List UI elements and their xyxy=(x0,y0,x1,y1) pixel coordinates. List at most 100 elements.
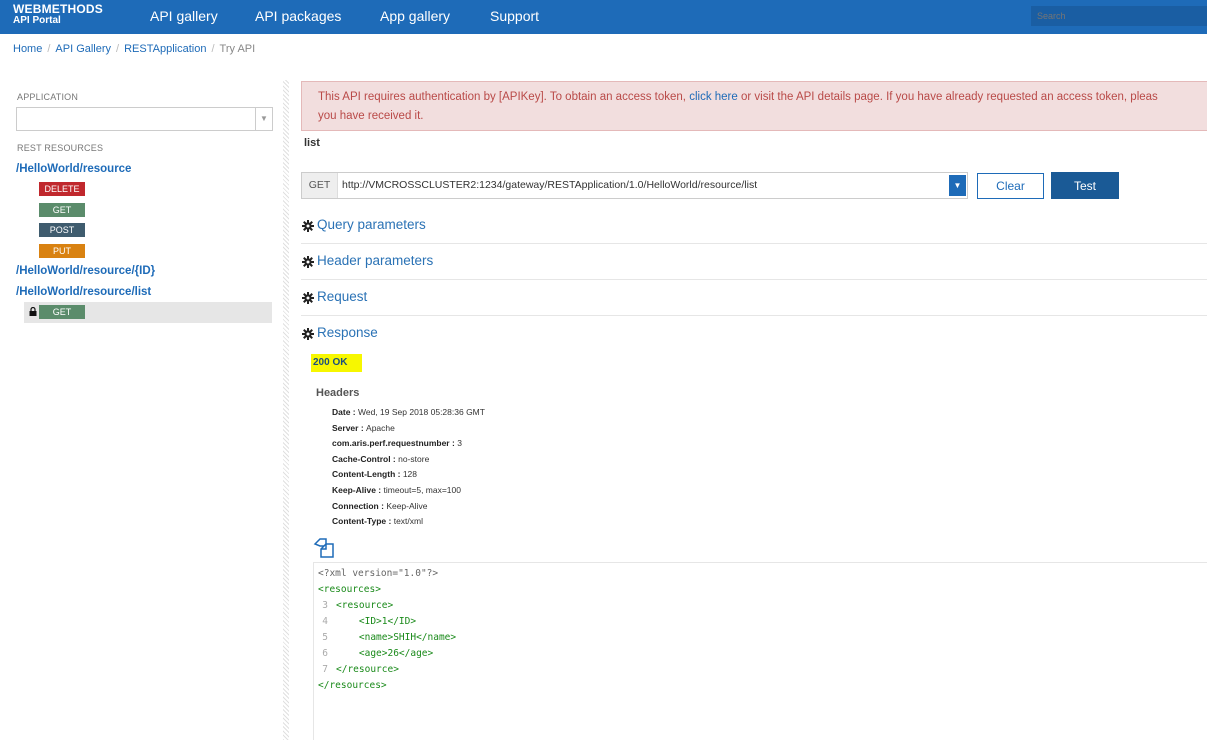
chevron-down-icon[interactable]: ▼ xyxy=(949,175,966,196)
gear-icon xyxy=(302,328,314,340)
header-row: com.aris.perf.requestnumber : 3 xyxy=(332,438,462,448)
code-text: <age>26</age> xyxy=(336,648,434,659)
response-body-viewer[interactable]: <?xml version="1.0"?> <resources> 3 <reso… xyxy=(313,562,1207,740)
resource-link-helloworld-resource[interactable]: /HelloWorld/resource xyxy=(16,163,131,175)
breadcrumb-separator: / xyxy=(211,43,215,55)
header-key: Cache-Control xyxy=(332,454,391,464)
code-text: <ID>1</ID> xyxy=(336,616,417,627)
header-key: Keep-Alive xyxy=(332,485,376,495)
headers-title: Headers xyxy=(316,387,360,399)
lock-icon xyxy=(29,307,37,316)
operation-title: list xyxy=(304,137,320,149)
method-get-button[interactable]: GET xyxy=(39,203,85,217)
panel-resize-handle[interactable] xyxy=(283,80,289,740)
breadcrumb-current: Try API xyxy=(219,43,256,55)
search-input[interactable] xyxy=(1031,6,1207,26)
header-value: Keep-Alive xyxy=(386,501,428,511)
header-row: Keep-Alive : timeout=5, max=100 xyxy=(332,485,461,495)
header-value: 128 xyxy=(402,469,418,479)
endpoint-url: http://VMCROSSCLUSTER2:1234/gateway/REST… xyxy=(342,179,758,191)
section-label: Header parameters xyxy=(317,253,434,268)
code-line: <resources> xyxy=(318,584,381,595)
section-header-parameters[interactable]: Header parameters xyxy=(301,244,1207,280)
resource-link-helloworld-resource-list[interactable]: /HelloWorld/resource/list xyxy=(16,286,151,298)
header-key: Content-Type xyxy=(332,516,387,526)
method-get-button-selected[interactable]: GET xyxy=(39,305,85,319)
gear-icon xyxy=(302,220,314,232)
response-status: 200 OK xyxy=(311,354,362,372)
code-line: 7 </resource> xyxy=(318,664,399,675)
section-response[interactable]: Response xyxy=(301,316,1207,352)
auth-alert: This API requires authentication by [API… xyxy=(301,81,1207,131)
method-delete-button[interactable]: DELETE xyxy=(39,182,85,196)
method-put-button[interactable]: PUT xyxy=(39,244,85,258)
method-post-button[interactable]: POST xyxy=(39,223,85,237)
section-label: Response xyxy=(317,325,378,340)
nav-api-packages[interactable]: API packages xyxy=(255,8,341,24)
header-row: Cache-Control : no-store xyxy=(332,454,430,464)
code-text: <?xml version="1.0"?> xyxy=(318,568,439,579)
line-number: 4 xyxy=(322,616,328,627)
gear-icon xyxy=(302,256,314,268)
code-text: <name>SHIH</name> xyxy=(336,632,457,643)
code-text: <resource> xyxy=(336,600,394,611)
breadcrumb-separator: / xyxy=(116,43,120,55)
section-label: Query parameters xyxy=(317,217,426,232)
header-value: 3 xyxy=(457,438,462,448)
endpoint-select[interactable]: GET http://VMCROSSCLUSTER2:1234/gateway/… xyxy=(301,172,968,199)
code-line: 5 <name>SHIH</name> xyxy=(318,632,456,643)
brand-logo[interactable]: WEBMETHODS API Portal xyxy=(13,3,103,27)
top-navbar: WEBMETHODS API Portal API gallery API pa… xyxy=(0,0,1207,34)
breadcrumb-home[interactable]: Home xyxy=(13,43,42,55)
line-number: 6 xyxy=(322,648,328,659)
line-number: 7 xyxy=(322,664,328,675)
brand-subtitle: API Portal xyxy=(13,15,61,26)
header-value: Apache xyxy=(366,423,395,433)
code-line: </resources> xyxy=(318,680,387,691)
header-value: no-store xyxy=(398,454,430,464)
header-row: Content-Length : 128 xyxy=(332,469,418,479)
clear-button[interactable]: Clear xyxy=(977,173,1044,199)
header-value: text/xml xyxy=(393,516,423,526)
nav-app-gallery[interactable]: App gallery xyxy=(380,8,450,24)
code-text: </resources> xyxy=(318,680,387,691)
selected-operation-row[interactable]: GET xyxy=(24,302,272,323)
header-key: Server xyxy=(332,423,359,433)
header-row: Connection : Keep-Alive xyxy=(332,501,428,511)
alert-line-2: you have received it. xyxy=(318,110,424,122)
brand-name: WEBMETHODS xyxy=(13,2,103,16)
code-line: <?xml version="1.0"?> xyxy=(318,568,438,579)
code-line: 4 <ID>1</ID> xyxy=(318,616,416,627)
copy-icon[interactable] xyxy=(313,538,335,558)
header-key: Content-Length xyxy=(332,469,396,479)
breadcrumb-api-gallery[interactable]: API Gallery xyxy=(55,43,111,55)
test-button[interactable]: Test xyxy=(1051,172,1119,199)
header-row: Date : Wed, 19 Sep 2018 05:28:36 GMT xyxy=(332,407,485,417)
gear-icon xyxy=(302,292,314,304)
breadcrumb-restapplication[interactable]: RESTApplication xyxy=(124,43,206,55)
code-text: </resource> xyxy=(336,664,399,675)
header-value: timeout=5, max=100 xyxy=(383,485,462,495)
section-request[interactable]: Request xyxy=(301,280,1207,316)
line-number: 5 xyxy=(322,632,328,643)
header-value: Wed, 19 Sep 2018 05:28:36 GMT xyxy=(358,407,485,417)
line-number: 3 xyxy=(322,600,328,611)
breadcrumb: Home / API Gallery / RESTApplication / Try API xyxy=(13,43,255,55)
breadcrumb-separator: / xyxy=(47,43,51,55)
alert-text: or visit the API details page. If you ha… xyxy=(737,91,1158,103)
nav-api-gallery[interactable]: API gallery xyxy=(150,8,218,24)
code-line: 6 <age>26</age> xyxy=(318,648,433,659)
code-line: 3 <resource> xyxy=(318,600,393,611)
chevron-down-icon[interactable]: ▼ xyxy=(255,108,272,130)
click-here-link[interactable]: click here xyxy=(689,91,738,103)
header-key: Connection xyxy=(332,501,379,511)
code-text: <resources> xyxy=(318,584,381,595)
alert-text: This API requires authentication by [API… xyxy=(318,91,690,103)
rest-resources-label: REST RESOURCES xyxy=(17,143,104,153)
resource-link-helloworld-resource-id[interactable]: /HelloWorld/resource/{ID} xyxy=(16,265,155,277)
section-query-parameters[interactable]: Query parameters xyxy=(301,208,1207,244)
nav-support[interactable]: Support xyxy=(490,8,539,24)
header-row: Server : Apache xyxy=(332,423,395,433)
application-select[interactable]: ▼ xyxy=(16,107,273,131)
http-method-label: GET xyxy=(302,173,338,198)
